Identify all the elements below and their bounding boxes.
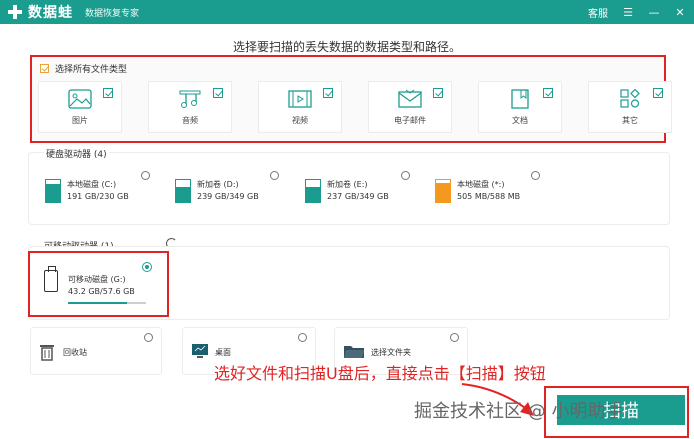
- usb-drive-g[interactable]: 可移动磁盘 (G:) 43.2 GB/57.6 GB: [36, 258, 152, 306]
- checkbox-checked[interactable]: [323, 88, 333, 98]
- location-recycle-bin[interactable]: 回收站: [30, 327, 162, 375]
- select-folder-radio[interactable]: [450, 333, 459, 342]
- hard-drives-panel: 本地磁盘 (C:) 191 GB/230 GB 新加卷 (D:) 239 GB/…: [28, 152, 670, 225]
- usb-size: 43.2 GB/57.6 GB: [68, 287, 135, 296]
- app-name: 数据蛙: [28, 5, 73, 21]
- page-heading: 选择要扫描的丢失数据的数据类型和路径。: [232, 40, 461, 54]
- file-type-other[interactable]: 其它: [588, 81, 672, 133]
- select-all-check-icon: [40, 64, 49, 73]
- title-bar: 数据蛙 数据恢复专家 客服 ☰ — ✕: [0, 0, 694, 24]
- disk-icon: [435, 179, 451, 203]
- select-all-label: 选择所有文件类型: [55, 65, 128, 75]
- document-icon: [511, 89, 529, 109]
- video-icon: [288, 90, 312, 108]
- desktop-icon: [192, 344, 208, 358]
- folder-icon: [344, 346, 364, 358]
- app-subtitle: 数据恢复专家: [85, 8, 140, 19]
- location-label: 桌面: [215, 348, 231, 357]
- location-label: 选择文件夹: [371, 348, 411, 357]
- checkbox-checked[interactable]: [653, 88, 663, 98]
- disk-name: 本地磁盘 (C:): [67, 180, 117, 189]
- disk-star-radio[interactable]: [531, 171, 540, 180]
- hard-drives-title: 硬盘驱动器 (4): [44, 147, 109, 160]
- file-type-label: 其它: [622, 116, 638, 125]
- disk-d-radio[interactable]: [270, 171, 279, 180]
- disk-name: 新加卷 (E:): [327, 180, 368, 189]
- image-icon: [68, 89, 92, 109]
- email-icon: [398, 89, 422, 108]
- disk-icon: [305, 179, 321, 203]
- app-logo: 数据蛙: [6, 2, 73, 22]
- checkbox-checked[interactable]: [103, 88, 113, 98]
- file-type-video[interactable]: 视频: [258, 81, 342, 133]
- disk-size: 239 GB/349 GB: [197, 192, 259, 201]
- location-label: 回收站: [63, 348, 87, 357]
- disk-e-radio[interactable]: [401, 171, 410, 180]
- usb-usage-bar: [68, 302, 146, 304]
- other-icon: [620, 89, 640, 108]
- watermark: 掘金技术社区 @ 小明助手: [414, 401, 624, 422]
- checkbox-checked[interactable]: [543, 88, 553, 98]
- recycle-bin-radio[interactable]: [144, 333, 153, 342]
- disk-name: 新加卷 (D:): [197, 180, 239, 189]
- disk-c-radio[interactable]: [141, 171, 150, 180]
- customer-service-link[interactable]: 客服: [588, 5, 608, 20]
- disk-name: 本地磁盘 (*:): [457, 180, 505, 189]
- windows-disk-icon: [45, 179, 61, 203]
- file-type-audio[interactable]: 音频: [148, 81, 232, 133]
- menu-icon[interactable]: ☰: [622, 6, 634, 18]
- usb-icon: [44, 266, 58, 292]
- file-type-label: 电子邮件: [394, 116, 426, 125]
- checkbox-checked[interactable]: [433, 88, 443, 98]
- select-all-checkbox[interactable]: 选择所有文件类型: [40, 62, 127, 75]
- desktop-radio[interactable]: [298, 333, 307, 342]
- minimize-icon[interactable]: —: [648, 6, 660, 18]
- logo-cross-icon: [6, 3, 24, 21]
- disk-size: 505 MB/588 MB: [457, 192, 521, 201]
- usb-radio-selected[interactable]: [142, 262, 152, 272]
- disk-star[interactable]: 本地磁盘 (*:) 505 MB/588 MB: [435, 179, 520, 203]
- file-type-label: 图片: [72, 116, 88, 125]
- file-type-label: 音频: [182, 116, 198, 125]
- file-type-label: 文档: [512, 116, 528, 125]
- file-type-panel: 选择所有文件类型 图片 音频 视频 电子邮件 文档 其它: [30, 55, 672, 143]
- file-type-image[interactable]: 图片: [38, 81, 122, 133]
- disk-size: 237 GB/349 GB: [327, 192, 389, 201]
- checkbox-checked[interactable]: [213, 88, 223, 98]
- usb-name: 可移动磁盘 (G:): [68, 275, 126, 284]
- disk-size: 191 GB/230 GB: [67, 192, 129, 201]
- close-icon[interactable]: ✕: [674, 6, 686, 18]
- music-icon: [179, 90, 201, 108]
- file-type-document[interactable]: 文档: [478, 81, 562, 133]
- disk-d[interactable]: 新加卷 (D:) 239 GB/349 GB: [175, 179, 259, 203]
- file-type-email[interactable]: 电子邮件: [368, 81, 452, 133]
- file-type-label: 视频: [292, 116, 308, 125]
- trash-icon: [40, 345, 54, 361]
- disk-c[interactable]: 本地磁盘 (C:) 191 GB/230 GB: [45, 179, 129, 203]
- disk-icon: [175, 179, 191, 203]
- disk-e[interactable]: 新加卷 (E:) 237 GB/349 GB: [305, 179, 389, 203]
